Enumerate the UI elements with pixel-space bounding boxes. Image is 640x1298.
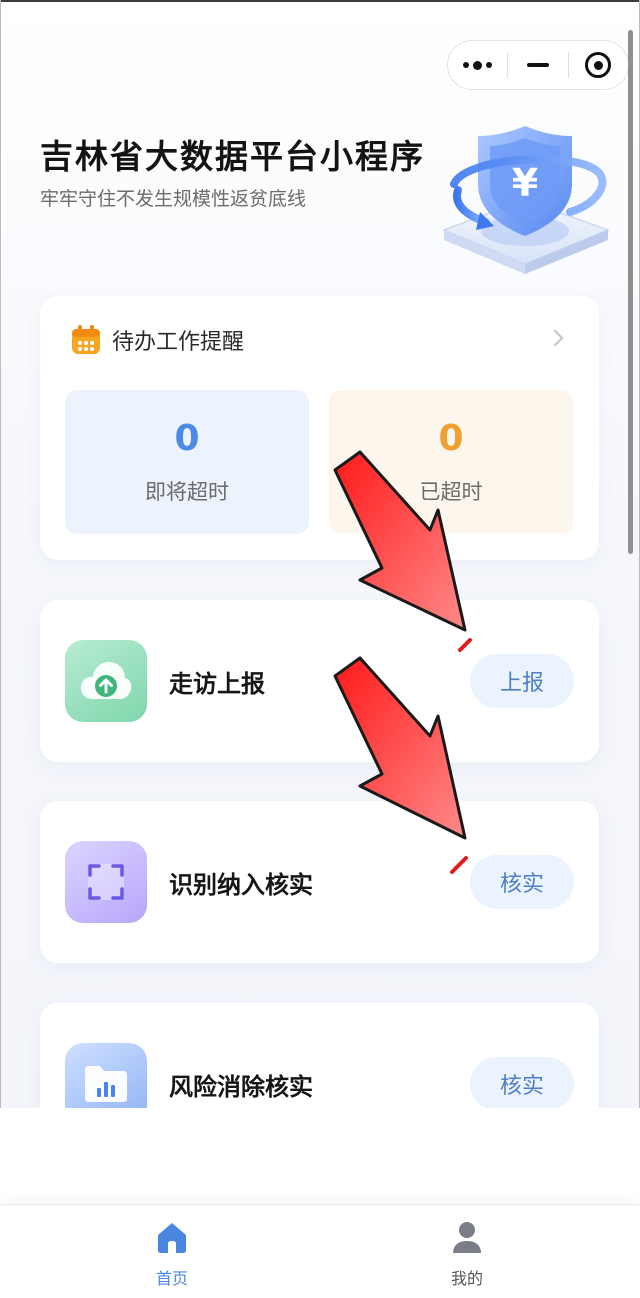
- svg-text:¥: ¥: [512, 161, 538, 205]
- report-button[interactable]: 上报: [470, 654, 574, 708]
- stat-value: 0: [438, 418, 464, 459]
- window-top-border: [0, 0, 640, 2]
- cloud-upload-icon: [80, 662, 132, 699]
- folder-chart-icon: [85, 1066, 127, 1102]
- close-button[interactable]: [569, 41, 628, 89]
- stat-label: 已超时: [419, 480, 483, 504]
- verify-button[interactable]: 核实: [470, 1057, 574, 1111]
- todo-reminder-card[interactable]: 待办工作提醒 0 即将超时 0 已超时: [40, 296, 599, 560]
- bottom-tab-bar: 首页 我的: [0, 1204, 640, 1298]
- more-dots-icon: [463, 60, 493, 70]
- home-icon: [158, 1223, 186, 1253]
- task-icon-tile: [65, 640, 147, 722]
- tab-label: 我的: [450, 1269, 483, 1288]
- task-icon-tile: [65, 841, 147, 923]
- window-left-border: [0, 0, 1, 1298]
- task-name: 走访上报: [169, 670, 265, 698]
- stat-overdue[interactable]: 0 已超时: [329, 390, 573, 534]
- chevron-right-icon[interactable]: [546, 329, 564, 347]
- task-name: 识别纳入核实: [169, 871, 313, 899]
- mini-program-capsule: [447, 40, 629, 90]
- stat-due-soon[interactable]: 0 即将超时: [65, 390, 309, 534]
- user-icon: [453, 1222, 481, 1253]
- minimize-icon: [526, 63, 549, 67]
- stat-label: 即将超时: [145, 480, 229, 504]
- more-button[interactable]: [448, 41, 507, 89]
- shield-illustration-icon: ¥: [441, 126, 611, 274]
- target-close-icon: [585, 52, 612, 78]
- task-name: 风险消除核实: [169, 1073, 313, 1101]
- scan-frame-icon: [88, 864, 124, 900]
- task-card-visit-report: 走访上报 上报: [40, 600, 599, 762]
- todo-header: 待办工作提醒: [70, 324, 244, 356]
- tab-label: 首页: [155, 1269, 188, 1288]
- tab-home[interactable]: 首页: [112, 1219, 232, 1289]
- task-card-identify-verify: 识别纳入核实 核实: [40, 801, 599, 963]
- page-title: 吉林省大数据平台小程序: [40, 137, 425, 176]
- page-subtitle: 牢牢守住不发生规模性返贫底线: [40, 188, 307, 210]
- app-screen: 吉林省大数据平台小程序 牢牢守住不发生规模性返贫底线 ¥ 待办工作提醒 0 即将…: [0, 0, 640, 1298]
- tab-mine[interactable]: 我的: [407, 1219, 527, 1289]
- page-scrollbar[interactable]: [628, 30, 633, 554]
- calendar-icon: [72, 325, 100, 354]
- minimize-button[interactable]: [508, 41, 567, 89]
- verify-button[interactable]: 核实: [470, 855, 574, 909]
- todo-title: 待办工作提醒: [112, 330, 245, 355]
- stat-value: 0: [174, 418, 200, 459]
- content-bottom-mask: [0, 1108, 640, 1204]
